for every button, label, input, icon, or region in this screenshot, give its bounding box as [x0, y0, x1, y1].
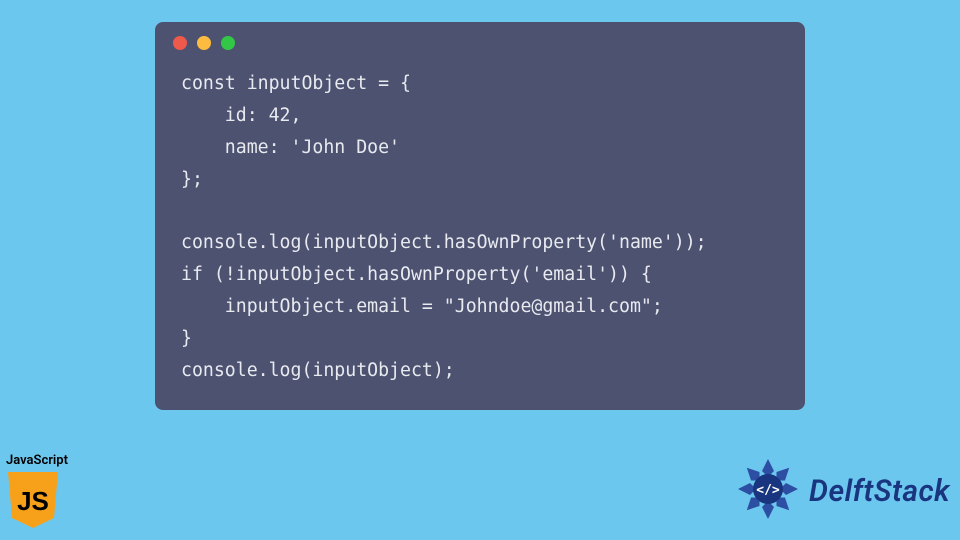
javascript-badge: JavaScript JS [6, 453, 68, 530]
window-minimize-icon [197, 36, 211, 50]
window-titlebar [155, 22, 805, 58]
code-block: const inputObject = { id: 42, name: 'Joh… [155, 58, 805, 392]
delftstack-name: DelftStack [809, 474, 950, 509]
svg-text:JS: JS [17, 486, 49, 516]
javascript-shield-icon: JS [6, 470, 68, 530]
delftstack-logo-icon: </> [733, 454, 803, 528]
delftstack-brand: </> DelftStack [733, 454, 950, 528]
window-maximize-icon [221, 36, 235, 50]
svg-text:</>: </> [756, 483, 780, 498]
window-close-icon [173, 36, 187, 50]
code-window: const inputObject = { id: 42, name: 'Joh… [155, 22, 805, 410]
javascript-label: JavaScript [6, 453, 68, 468]
